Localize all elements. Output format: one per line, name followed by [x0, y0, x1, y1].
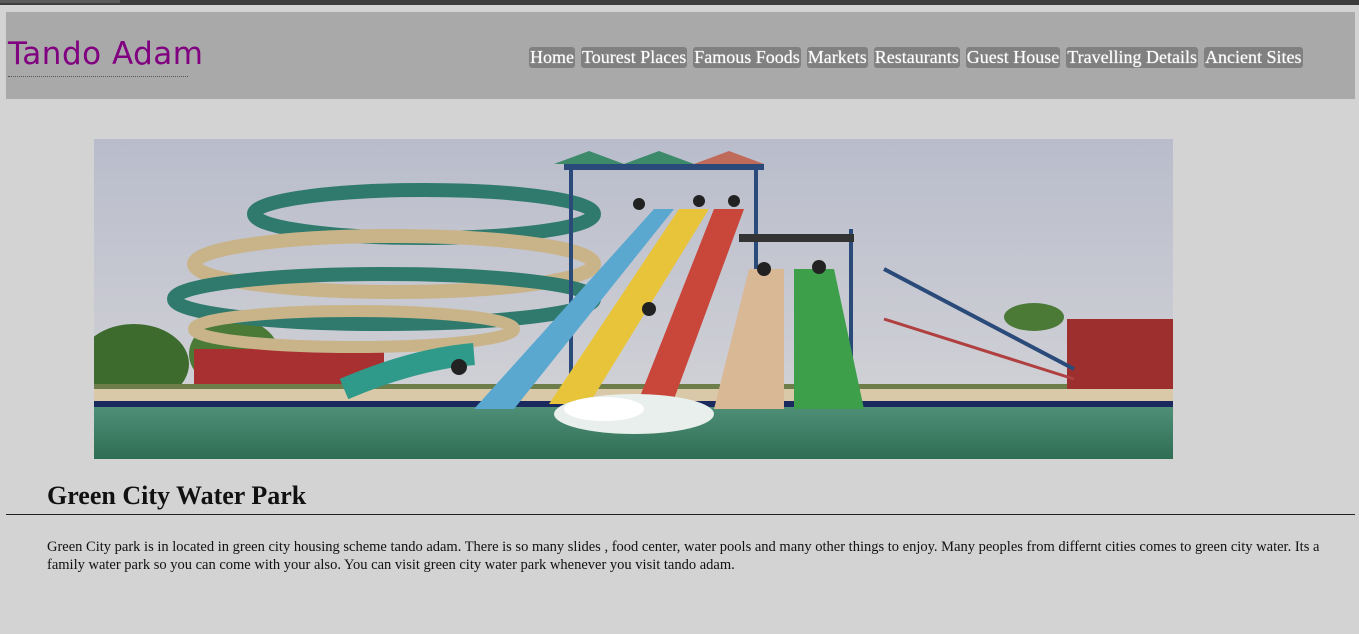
nav-famous-foods[interactable]: Famous Foods — [693, 47, 801, 68]
water-slides-illustration — [94, 139, 1173, 459]
nav-markets[interactable]: Markets — [806, 47, 868, 68]
nav-restaurants[interactable]: Restaurants — [873, 47, 960, 68]
nav-travelling-details[interactable]: Travelling Details — [1066, 47, 1199, 68]
nav-home[interactable]: Home — [529, 47, 575, 68]
main-nav: Home Tourest Places Famous Foods Markets… — [529, 47, 1303, 68]
article-body: Green City park is in located in green c… — [47, 539, 1320, 573]
hero-image-water-park — [94, 139, 1173, 459]
site-logo[interactable]: Tando Adam — [8, 34, 203, 77]
title-divider — [6, 514, 1355, 515]
nav-tourest-places[interactable]: Tourest Places — [581, 47, 688, 68]
article-title: Green City Water Park — [47, 481, 307, 510]
nav-ancient-sites[interactable]: Ancient Sites — [1204, 47, 1303, 68]
browser-top-strip — [0, 0, 1359, 5]
site-header: Tando Adam Home Tourest Places Famous Fo… — [6, 12, 1355, 99]
nav-guest-house[interactable]: Guest House — [965, 47, 1061, 68]
